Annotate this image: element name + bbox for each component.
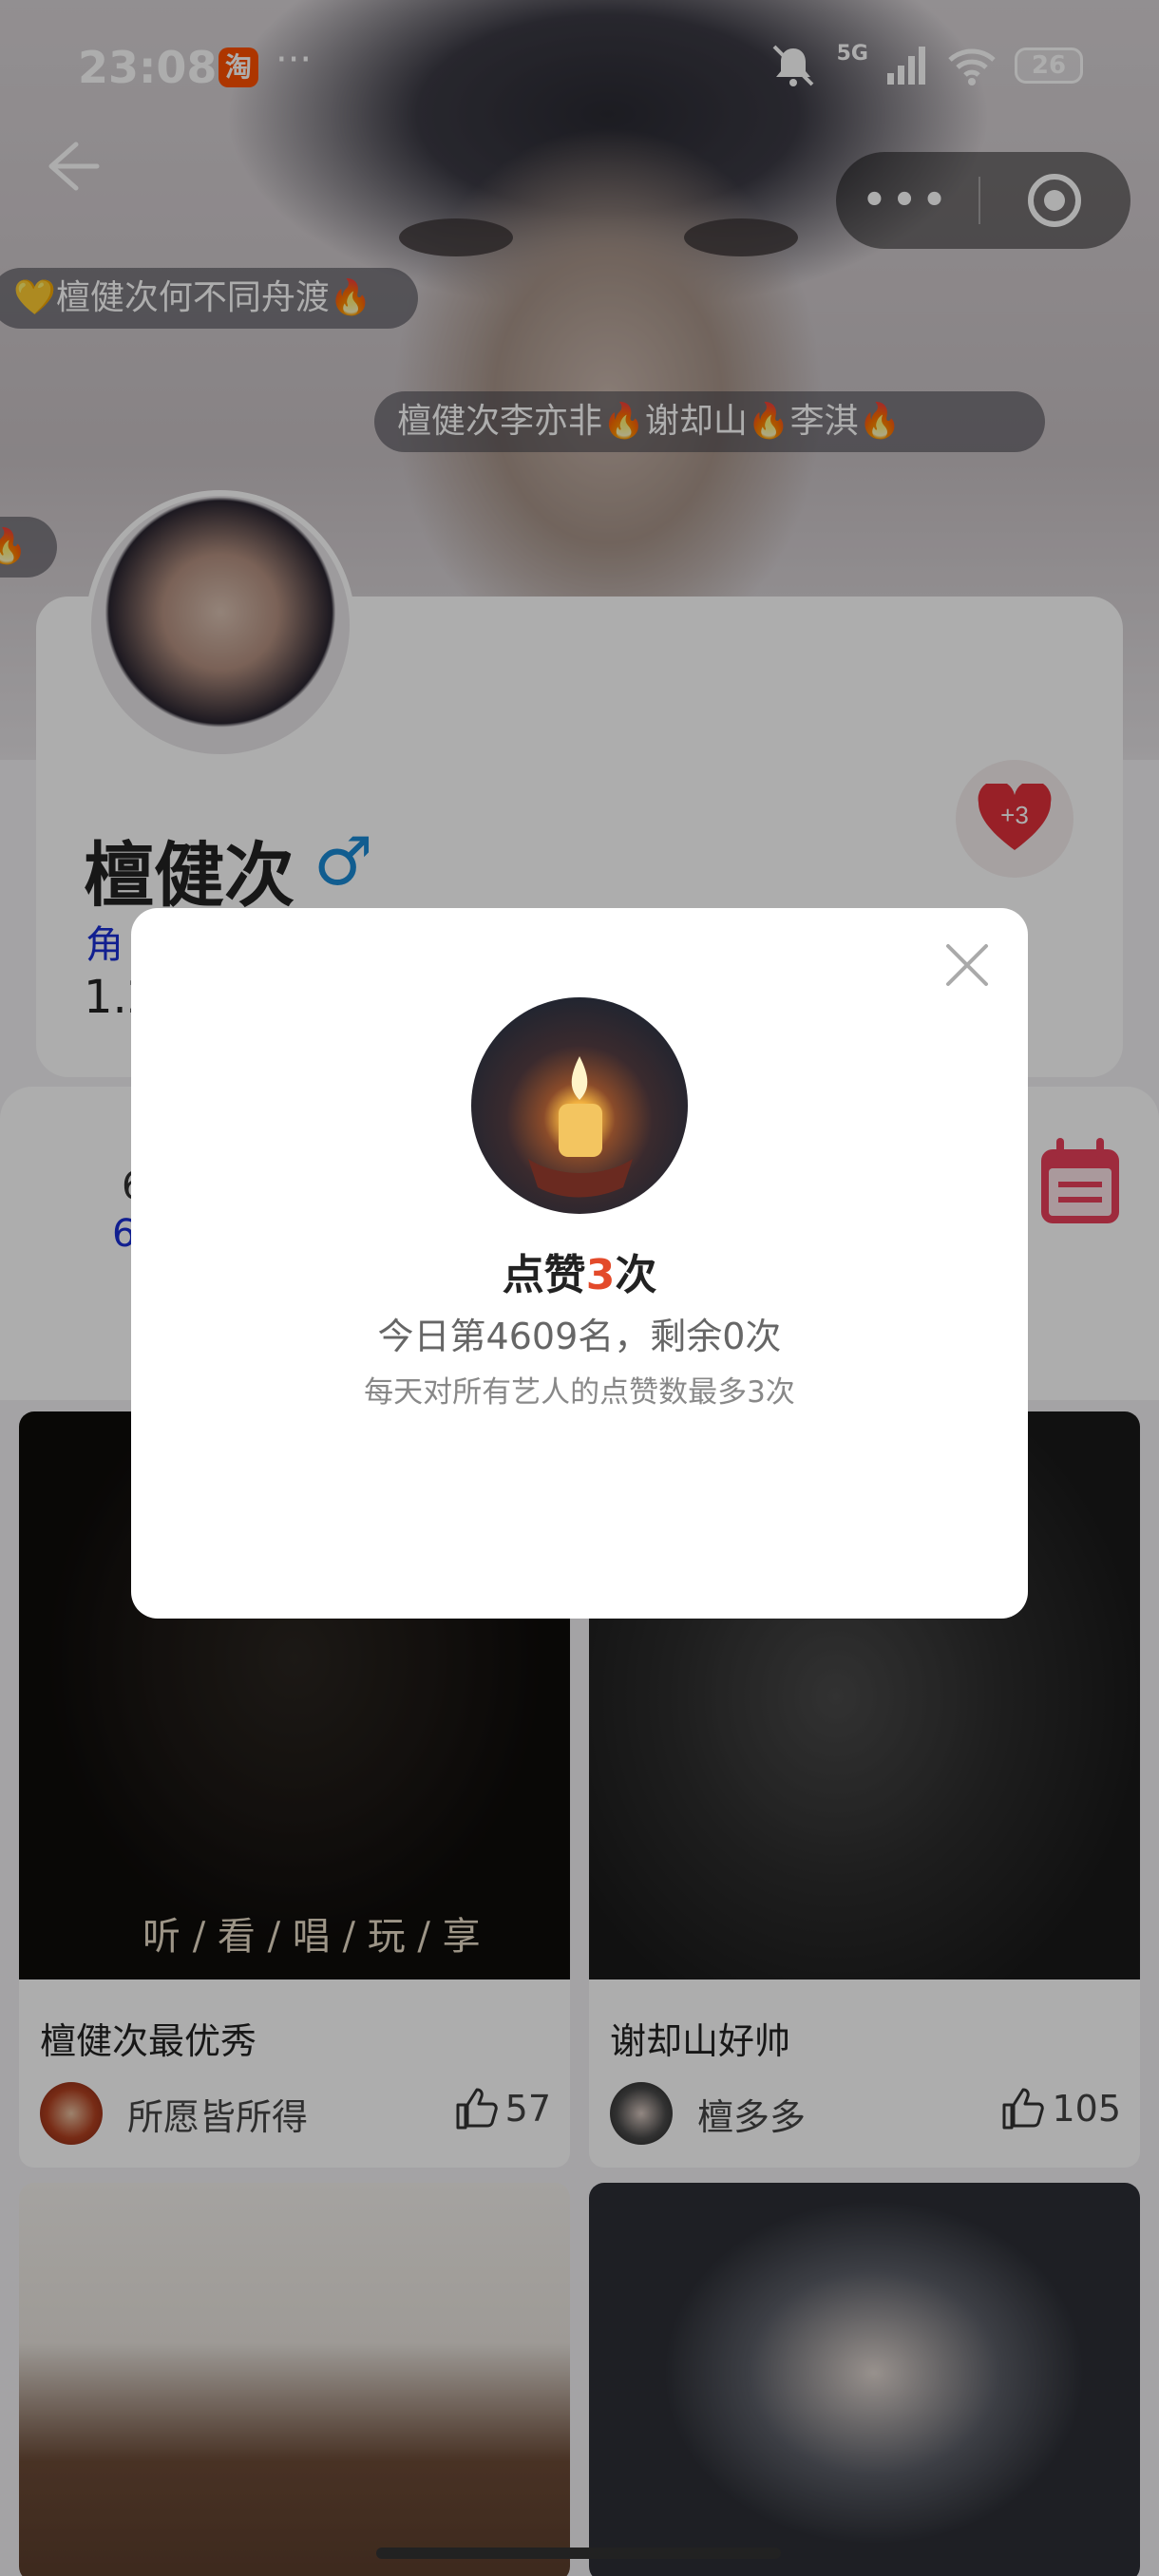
candle-image [471, 997, 688, 1214]
title-suffix: 次 [615, 1251, 657, 1299]
like-result-dialog: 点赞3次 今日第4609名，剩余0次 每天对所有艺人的点赞数最多3次 [131, 908, 1028, 1619]
close-button[interactable] [940, 938, 994, 992]
dialog-title: 点赞3次 [131, 1241, 1028, 1301]
home-indicator[interactable] [376, 2548, 781, 2559]
screen: 23:08 淘 ··· 5G 26 ••• 💛檀健次何不同舟渡🔥 檀健次李亦非🔥… [0, 0, 1159, 2576]
rank-remaining-text: 今日第4609名，剩余0次 [377, 1316, 782, 1357]
title-prefix: 点赞 [502, 1251, 586, 1299]
candle-flame-icon [528, 1056, 633, 1198]
like-count-highlight: 3 [585, 1251, 616, 1299]
close-icon [946, 944, 988, 986]
daily-limit-note: 每天对所有艺人的点赞数最多3次 [364, 1375, 795, 1410]
